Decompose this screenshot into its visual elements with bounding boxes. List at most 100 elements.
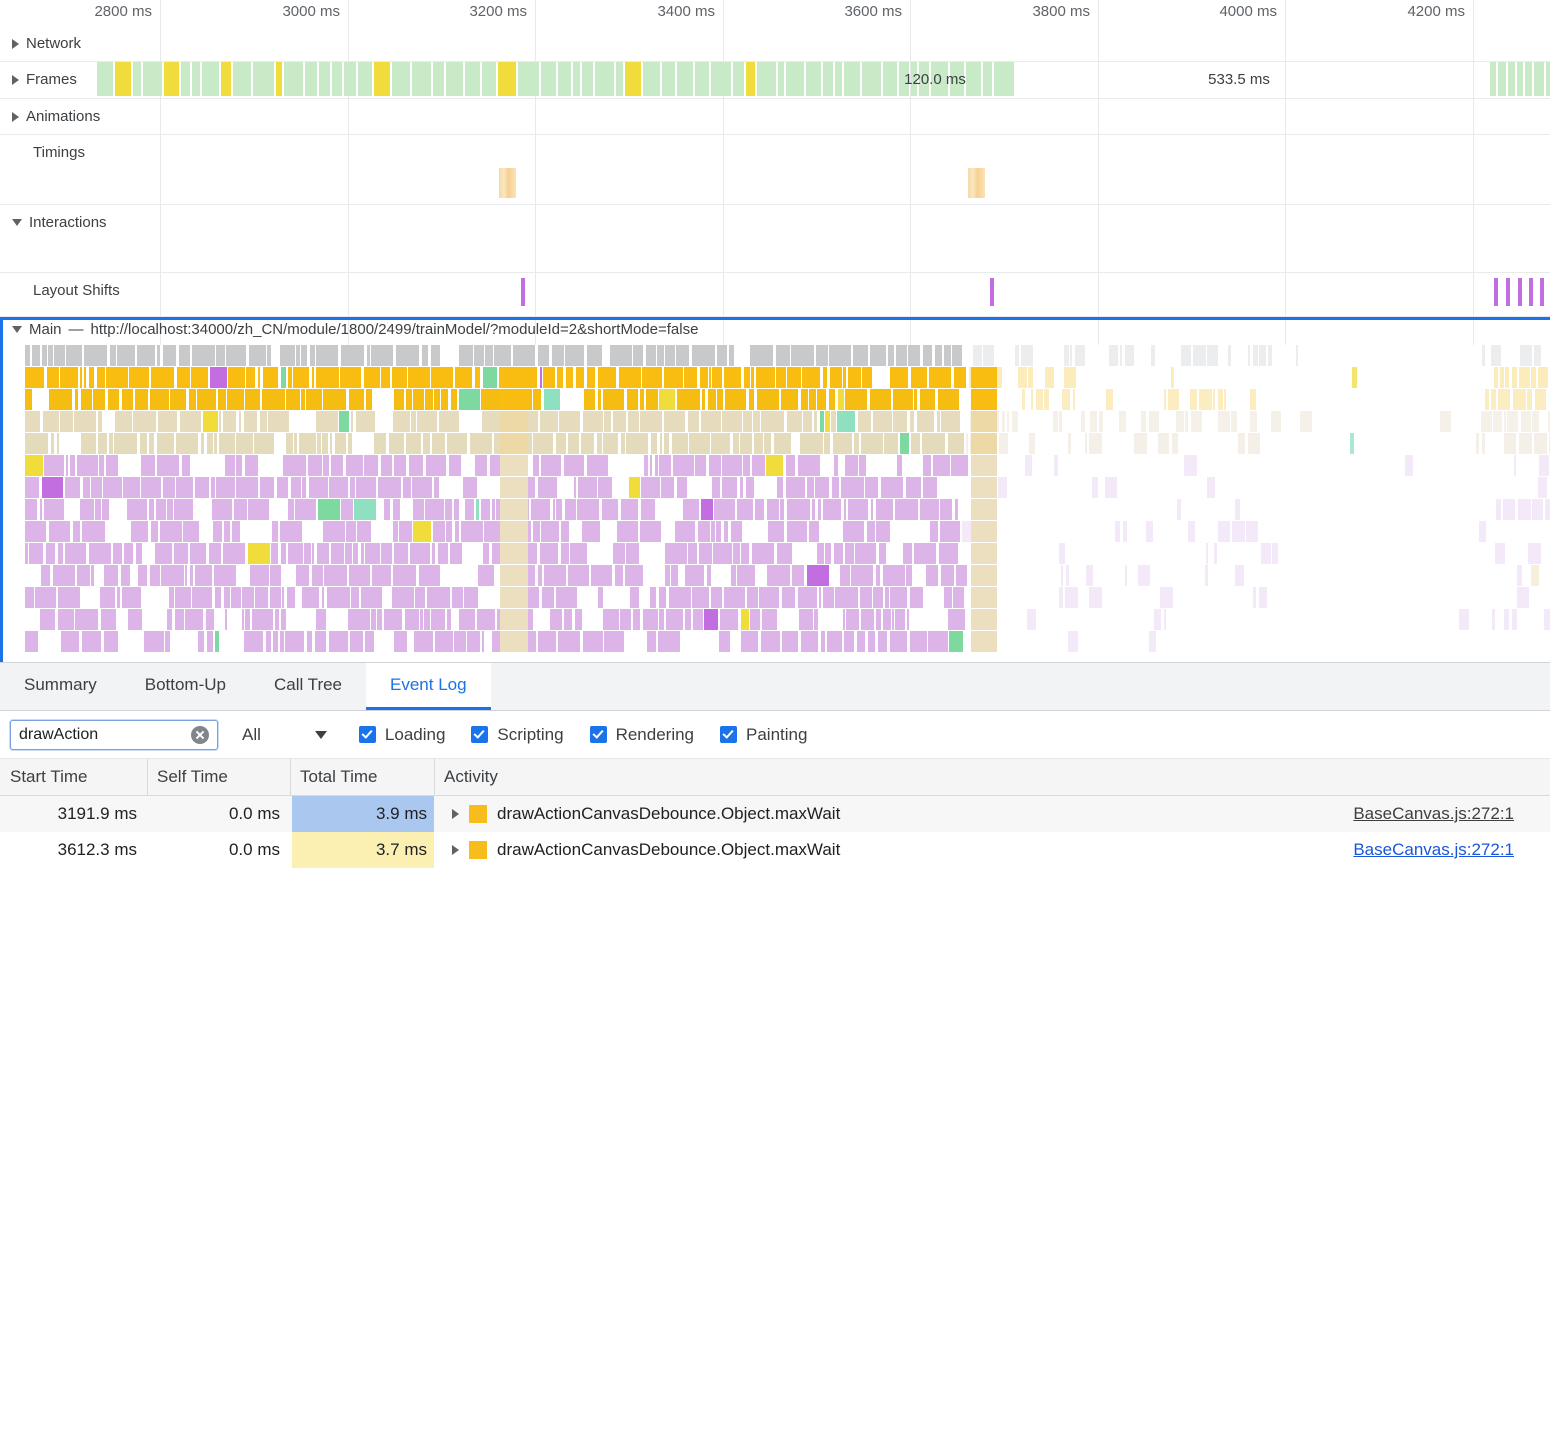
flame-chart-block[interactable] <box>1491 345 1501 366</box>
flame-chart-block[interactable] <box>722 455 742 476</box>
flame-chart-block[interactable] <box>829 345 851 366</box>
flame-chart-block[interactable] <box>876 499 893 520</box>
flame-chart-block[interactable] <box>426 455 446 476</box>
flame-chart-block[interactable] <box>685 609 691 630</box>
flame-chart-block[interactable] <box>432 433 445 454</box>
flame-chart-block[interactable] <box>1029 433 1035 454</box>
flame-chart-block[interactable] <box>65 477 80 498</box>
frame-block[interactable] <box>994 62 1014 96</box>
flame-chart-block[interactable] <box>476 499 479 520</box>
flame-chart-block[interactable] <box>1259 345 1266 366</box>
flame-chart-block[interactable] <box>1528 543 1541 564</box>
flame-chart-block[interactable] <box>814 609 818 630</box>
flame-chart-block[interactable] <box>97 367 105 388</box>
flame-chart-block[interactable] <box>613 543 625 564</box>
flame-chart-block[interactable] <box>575 609 582 630</box>
flame-chart-row[interactable] <box>3 477 1550 498</box>
flame-chart-block[interactable] <box>565 345 584 366</box>
flame-chart-block[interactable] <box>103 477 122 498</box>
flame-chart-block[interactable] <box>84 345 107 366</box>
flame-chart-block[interactable] <box>1250 411 1257 432</box>
flame-chart-block[interactable] <box>239 411 241 432</box>
flame-chart-block[interactable] <box>246 367 255 388</box>
flame-chart-block[interactable] <box>843 609 845 630</box>
flame-chart-block[interactable] <box>203 411 218 432</box>
flame-chart-block[interactable] <box>873 587 883 608</box>
flame-chart-block[interactable] <box>1544 609 1550 630</box>
flame-chart-block[interactable] <box>474 345 484 366</box>
frame-block[interactable] <box>677 62 693 96</box>
flame-chart-block[interactable] <box>1253 587 1256 608</box>
flame-chart-block[interactable] <box>1065 587 1078 608</box>
frame-block[interactable] <box>711 62 731 96</box>
flame-chart-block[interactable] <box>500 631 528 652</box>
flame-chart-block[interactable] <box>615 565 623 586</box>
flame-chart-block[interactable] <box>1479 521 1486 542</box>
flame-chart-block[interactable] <box>1517 565 1522 586</box>
flame-chart-block[interactable] <box>1044 389 1049 410</box>
flame-chart-block[interactable] <box>561 543 569 564</box>
flame-chart-block[interactable] <box>117 345 135 366</box>
flame-chart-block[interactable] <box>854 433 859 454</box>
track-main[interactable]: Main — http://localhost:34000/zh_CN/modu… <box>0 317 1550 343</box>
flame-chart-block[interactable] <box>823 367 827 388</box>
flame-chart-block[interactable] <box>406 433 421 454</box>
flame-chart-block[interactable] <box>699 543 712 564</box>
flame-chart-block[interactable] <box>643 609 658 630</box>
flame-chart-block[interactable] <box>307 631 312 652</box>
chevron-right-icon[interactable] <box>12 112 19 122</box>
flame-chart-block[interactable] <box>971 455 997 476</box>
flame-chart-block[interactable] <box>776 367 786 388</box>
flame-chart-block[interactable] <box>651 433 657 454</box>
flame-chart-block[interactable] <box>280 631 284 652</box>
flame-chart-block[interactable] <box>47 367 59 388</box>
flame-chart-block[interactable] <box>1018 367 1027 388</box>
flame-chart-block[interactable] <box>613 411 626 432</box>
track-interactions-label[interactable]: Interactions <box>12 214 107 231</box>
frame-block[interactable] <box>412 62 431 96</box>
frame-block[interactable] <box>1534 62 1544 96</box>
flame-chart-block[interactable] <box>740 433 752 454</box>
flame-chart-block[interactable] <box>183 521 199 542</box>
flame-chart-block[interactable] <box>1105 477 1117 498</box>
flame-chart-block[interactable] <box>393 565 416 586</box>
flame-chart-block[interactable] <box>1214 543 1217 564</box>
flame-chart-block[interactable] <box>98 433 107 454</box>
flame-chart-block[interactable] <box>998 477 1007 498</box>
flame-chart-block[interactable] <box>1188 521 1195 542</box>
flame-chart-block[interactable] <box>818 499 821 520</box>
flame-chart-block[interactable] <box>372 565 391 586</box>
flame-chart-block[interactable] <box>40 609 55 630</box>
flame-chart-block[interactable] <box>225 609 227 630</box>
flame-chart-block[interactable] <box>695 455 706 476</box>
flame-chart-block[interactable] <box>1199 389 1212 410</box>
track-main-label[interactable]: Main — http://localhost:34000/zh_CN/modu… <box>12 321 698 338</box>
frame-block[interactable] <box>253 62 274 96</box>
flame-chart-block[interactable] <box>658 631 680 652</box>
flame-chart-block[interactable] <box>830 367 842 388</box>
flame-chart-block[interactable] <box>1503 499 1515 520</box>
frame-block[interactable] <box>284 62 303 96</box>
flame-chart-block[interactable] <box>81 433 96 454</box>
flame-chart-block[interactable] <box>49 389 72 410</box>
flame-chart-block[interactable] <box>878 631 887 652</box>
flame-chart-block[interactable] <box>195 477 209 498</box>
flame-chart-block[interactable] <box>435 631 453 652</box>
track-animations-label[interactable]: Animations <box>12 108 100 125</box>
flame-chart-block[interactable] <box>762 609 777 630</box>
flame-chart-block[interactable] <box>677 389 700 410</box>
flame-chart-block[interactable] <box>1459 609 1469 630</box>
flame-chart-block[interactable] <box>587 455 608 476</box>
flame-chart-block[interactable] <box>1134 433 1147 454</box>
flame-chart-block[interactable] <box>80 499 94 520</box>
flame-chart-block[interactable] <box>780 499 784 520</box>
flame-chart-block[interactable] <box>1045 367 1054 388</box>
flame-chart-row[interactable] <box>3 455 1550 476</box>
flame-chart-block[interactable] <box>704 609 718 630</box>
flame-chart-block[interactable] <box>161 565 184 586</box>
table-header-row[interactable]: Start Time Self Time Total Time Activity <box>0 759 1550 796</box>
flame-chart-block[interactable] <box>973 345 982 366</box>
flame-chart-block[interactable] <box>1205 565 1208 586</box>
flame-chart-block[interactable] <box>244 411 257 432</box>
flame-chart-block[interactable] <box>692 587 709 608</box>
